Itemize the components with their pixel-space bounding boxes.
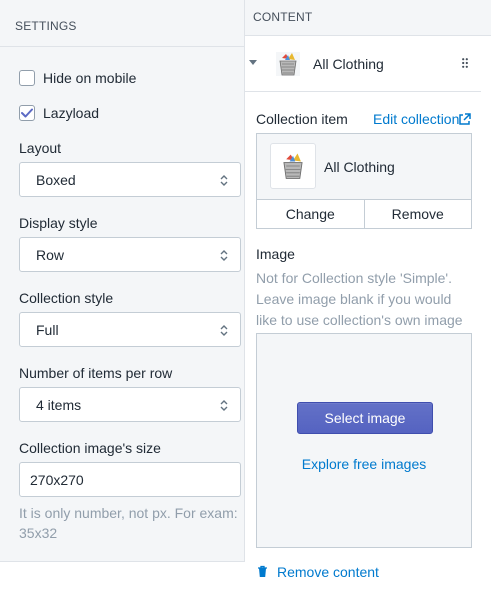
collection-card-actions: Change Remove (257, 199, 471, 228)
collection-style-label: Collection style (19, 290, 114, 306)
layout-value: Boxed (36, 171, 76, 188)
collection-style-select[interactable]: Full (19, 312, 241, 347)
panel-edge (481, 37, 491, 598)
layout-select[interactable]: Boxed (19, 162, 241, 197)
settings-title: SETTINGS (15, 19, 77, 33)
hide-on-mobile-label: Hide on mobile (43, 70, 137, 86)
clothing-basket-icon (276, 52, 300, 76)
content-title: CONTENT (253, 10, 313, 24)
hide-on-mobile-checkbox-row[interactable]: Hide on mobile (19, 69, 136, 87)
collection-item-label: Collection item (256, 111, 348, 127)
caret-down-icon[interactable] (249, 60, 257, 66)
checkmark-icon (21, 108, 33, 118)
remove-button[interactable]: Remove (363, 200, 472, 228)
select-arrows-icon (220, 325, 228, 336)
content-item-title: All Clothing (313, 56, 384, 72)
lazyload-checkbox[interactable] (19, 105, 35, 121)
hide-on-mobile-checkbox[interactable] (19, 70, 35, 86)
select-arrows-icon (220, 175, 228, 186)
lazyload-checkbox-row[interactable]: Lazyload (19, 104, 99, 122)
display-style-select[interactable]: Row (19, 237, 241, 272)
collection-thumbnail (271, 47, 305, 81)
drag-handle-icon[interactable] (462, 58, 468, 68)
settings-header: SETTINGS (0, 0, 244, 47)
collection-style-value: Full (36, 321, 59, 338)
items-per-row-select[interactable]: 4 items (19, 387, 241, 422)
selected-collection-thumbnail (270, 143, 316, 189)
trash-icon[interactable] (257, 565, 268, 578)
selected-collection-title: All Clothing (324, 159, 395, 175)
select-arrows-icon (220, 250, 228, 261)
items-per-row-value: 4 items (36, 396, 82, 413)
remove-content-link[interactable]: Remove content (277, 564, 379, 580)
items-per-row-label: Number of items per row (19, 365, 173, 381)
clothing-basket-icon (283, 153, 303, 179)
display-style-value: Row (36, 246, 65, 263)
image-size-value: 270x270 (30, 471, 84, 488)
explore-free-images-link[interactable]: Explore free images (257, 456, 471, 472)
image-size-label: Collection image's size (19, 440, 161, 456)
image-label: Image (256, 246, 295, 262)
select-image-button[interactable]: Select image (297, 402, 433, 434)
image-size-input[interactable]: 270x270 (19, 462, 241, 497)
select-arrows-icon (220, 400, 228, 411)
content-header: CONTENT (245, 0, 491, 36)
display-style-label: Display style (19, 215, 98, 231)
content-item-header[interactable]: All Clothing (245, 37, 481, 92)
image-dropzone: Select image Explore free images (256, 333, 472, 548)
lazyload-label: Lazyload (43, 105, 100, 121)
external-link-icon[interactable] (458, 113, 471, 126)
settings-panel: SETTINGS Hide on mobile Lazyload Layout … (0, 0, 245, 562)
change-button[interactable]: Change (257, 200, 364, 228)
image-size-help: It is only number, not px. For exam: 35x… (19, 505, 238, 541)
layout-label: Layout (19, 140, 62, 156)
edit-collection-link[interactable]: Edit collection (373, 111, 459, 127)
